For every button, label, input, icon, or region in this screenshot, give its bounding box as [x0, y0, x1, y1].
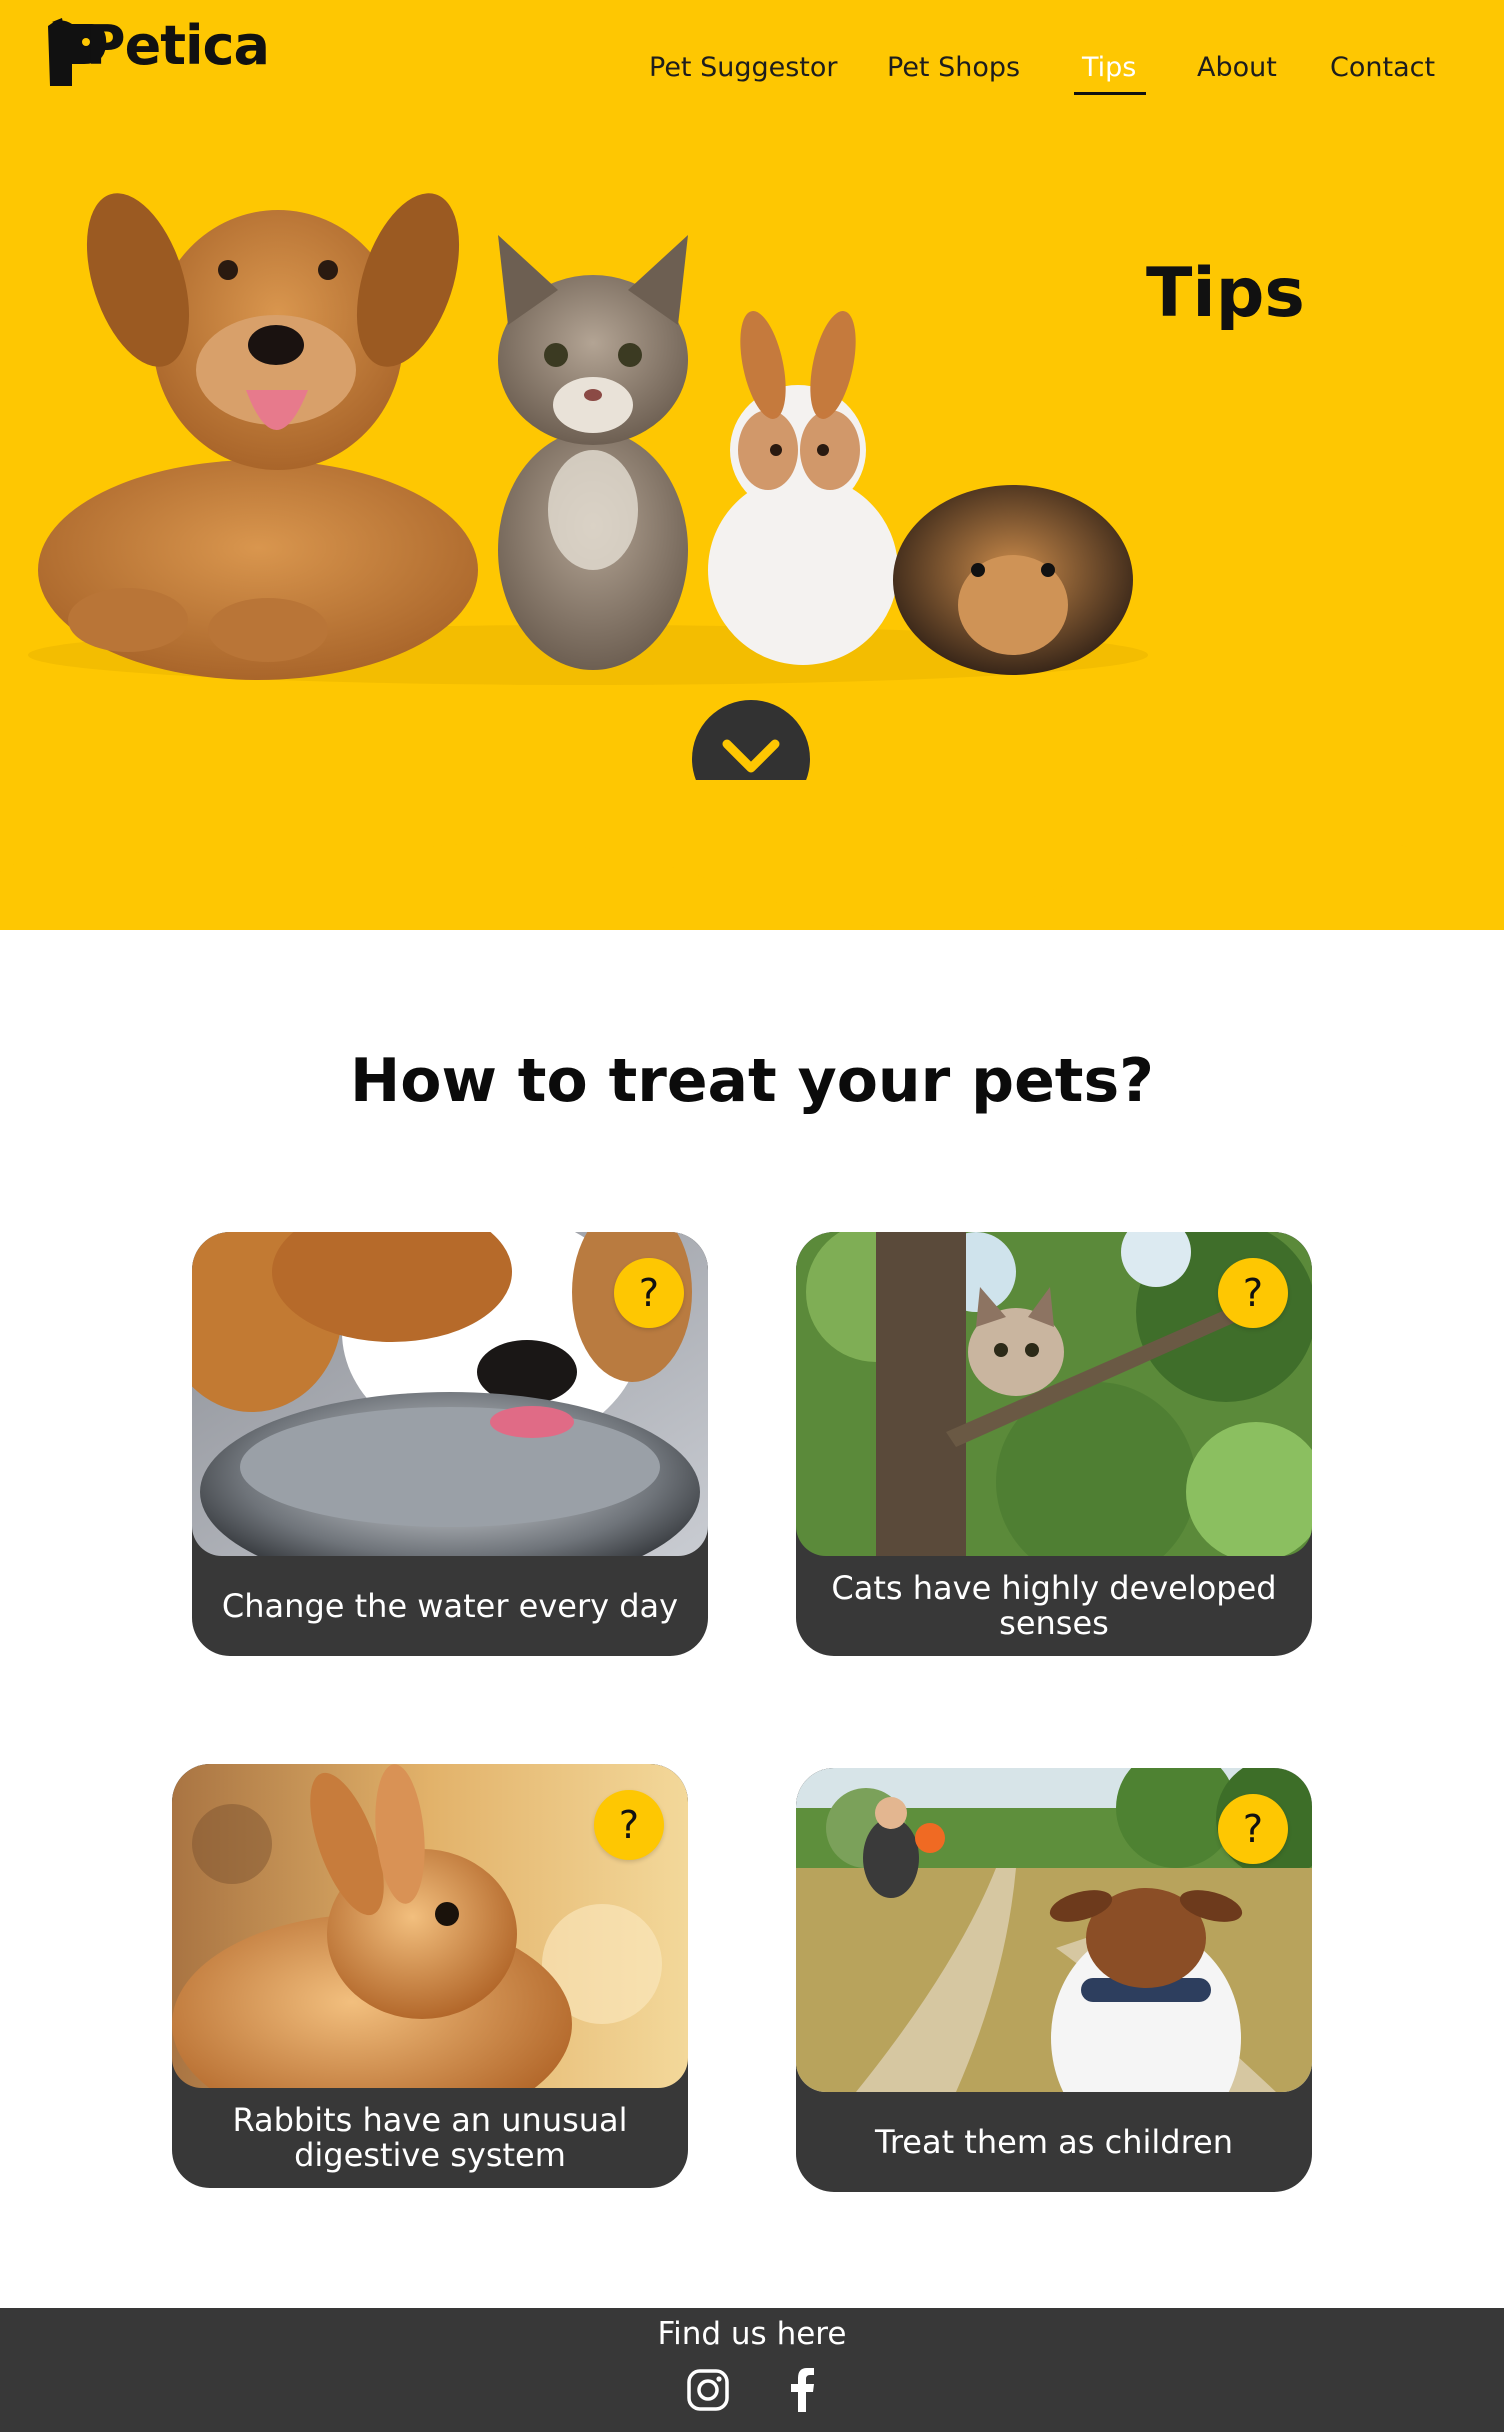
dog-figure	[38, 193, 478, 680]
nav-item-tips[interactable]: Tips	[1082, 52, 1136, 83]
tip-card-caption: Treat them as children	[874, 2122, 1233, 2161]
facebook-icon[interactable]	[788, 2368, 816, 2412]
tip-card-rabbits[interactable]: ? Rabbits have an unusual digestive syst…	[172, 1764, 688, 2188]
question-badge-icon[interactable]: ?	[614, 1258, 684, 1328]
nav-item-pet-shops[interactable]: Pet Shops	[887, 52, 1020, 83]
wave-divider	[0, 780, 1504, 927]
cat-figure	[498, 235, 688, 670]
chevron-down-icon	[722, 739, 780, 773]
nav-item-about[interactable]: About	[1197, 52, 1277, 83]
tip-card-water[interactable]: ? Change the water every day	[192, 1232, 708, 1656]
nav-item-contact[interactable]: Contact	[1330, 52, 1435, 83]
tip-card-caption: Change the water every day	[221, 1586, 679, 1625]
nav-item-pet-suggestor[interactable]: Pet Suggestor	[649, 52, 838, 83]
logo-text: Petica	[86, 14, 270, 77]
section-title: How to treat your pets?	[350, 1046, 1154, 1116]
rabbit-figure	[708, 311, 898, 665]
footer-title: Find us here	[657, 2316, 847, 2352]
guinea-pig-figure	[893, 485, 1133, 675]
nav-active-underline	[1074, 92, 1146, 95]
question-badge-icon[interactable]: ?	[594, 1790, 664, 1860]
tip-card-children[interactable]: ? Treat them as children	[796, 1768, 1312, 2192]
tip-card-caption: Cats have highly developed senses	[831, 1569, 1277, 1642]
pets-group-image	[28, 193, 1148, 685]
question-badge-icon[interactable]: ?	[1218, 1258, 1288, 1328]
tip-card-caption: Rabbits have an unusual digestive system	[232, 2101, 628, 2174]
question-badge-icon[interactable]: ?	[1218, 1794, 1288, 1864]
instagram-icon[interactable]	[686, 2368, 730, 2412]
tip-card-cats[interactable]: ? Cats have highly developed senses	[796, 1232, 1312, 1656]
